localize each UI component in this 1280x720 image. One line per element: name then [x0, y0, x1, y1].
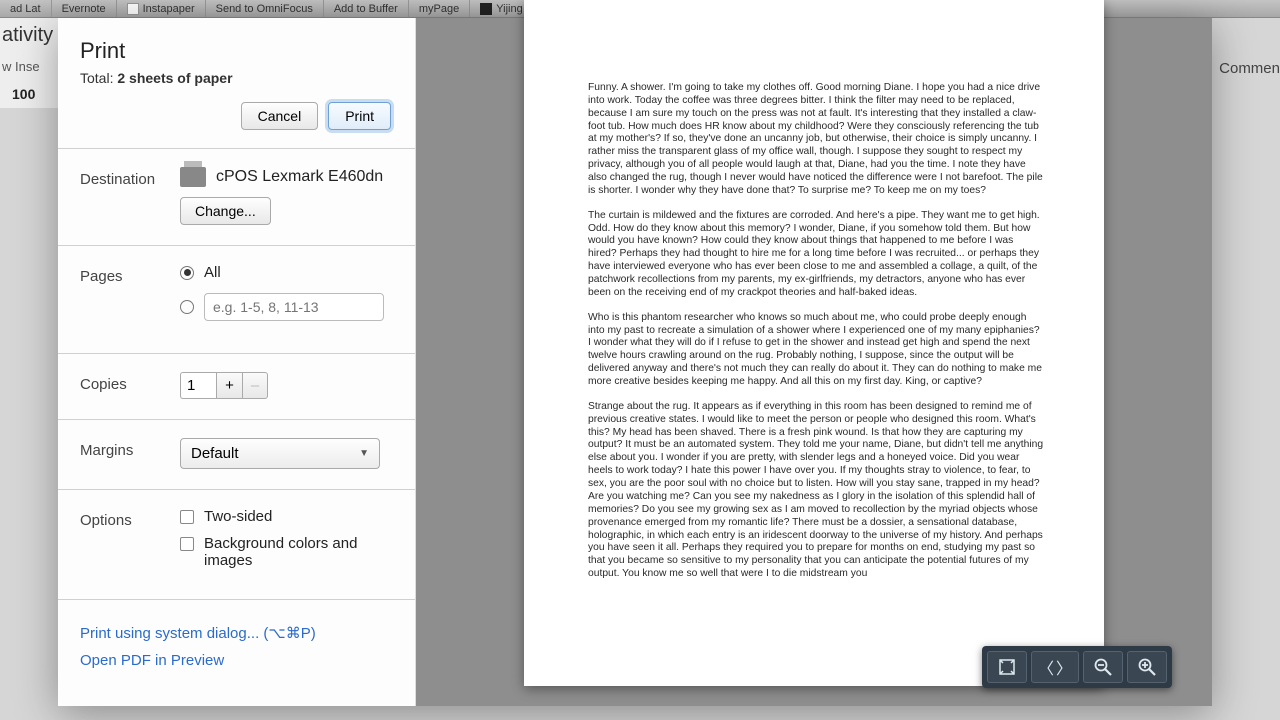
radio-icon[interactable]: [180, 300, 194, 314]
pages-range-radio-row[interactable]: [180, 293, 393, 321]
separator: [58, 245, 415, 246]
copies-increment-button[interactable]: +: [216, 372, 242, 399]
margins-select[interactable]: Default ▼: [180, 438, 380, 469]
copies-stepper: + –: [180, 372, 393, 399]
destination-value-row: cPOS Lexmark E460dn: [180, 167, 393, 187]
doc-title-fragment: ativity: [2, 24, 60, 47]
separator: [58, 599, 415, 600]
print-panel: Print Total: 2 sheets of paper Cancel Pr…: [58, 18, 416, 706]
bookmark-item[interactable]: ad Lat: [0, 0, 52, 17]
next-page-icon: 〉: [1056, 655, 1072, 679]
separator: [58, 419, 415, 420]
chevron-down-icon: ▼: [359, 448, 369, 459]
zoom-out-icon: [1093, 657, 1113, 677]
printer-icon: [180, 167, 206, 187]
preview-paragraph: Strange about the rug. It appears as if …: [588, 401, 1044, 581]
separator: [58, 148, 415, 149]
prev-page-icon: 〈: [1038, 655, 1054, 679]
preview-paragraph: Who is this phantom researcher who knows…: [588, 312, 1044, 389]
print-button[interactable]: Print: [328, 102, 391, 130]
comments-fragment: Commen: [1219, 60, 1280, 77]
preview-page: Funny. A shower. I'm going to take my cl…: [524, 0, 1104, 686]
copies-label: Copies: [80, 372, 180, 393]
change-destination-button[interactable]: Change...: [180, 197, 271, 225]
separator: [58, 489, 415, 490]
radio-icon[interactable]: [180, 266, 194, 280]
bookmark-item[interactable]: Send to OmniFocus: [206, 0, 324, 17]
dialog-button-row: Cancel Print: [80, 102, 393, 130]
background-colors-checkbox-row[interactable]: Background colors and images: [180, 535, 393, 569]
bookmark-item[interactable]: Evernote: [52, 0, 117, 17]
print-preview-area: Funny. A shower. I'm going to take my cl…: [416, 18, 1212, 706]
options-label: Options: [80, 508, 180, 529]
menu-fragment: w Inse: [2, 59, 60, 74]
background-left-edge: ativity w Inse 100: [0, 18, 60, 108]
cancel-button[interactable]: Cancel: [241, 102, 319, 130]
print-dialog: Print Total: 2 sheets of paper Cancel Pr…: [58, 18, 1212, 706]
preview-paragraph: The curtain is mildewed and the fixtures…: [588, 210, 1044, 300]
fit-page-button[interactable]: [987, 651, 1027, 683]
destination-value: cPOS Lexmark E460dn: [216, 168, 383, 186]
zoom-in-button[interactable]: [1127, 651, 1167, 683]
print-total: Total: 2 sheets of paper: [80, 70, 393, 86]
checkbox-icon[interactable]: [180, 510, 194, 524]
print-title: Print: [80, 38, 393, 64]
pages-all-radio-row[interactable]: All: [180, 264, 393, 281]
bookmark-item[interactable]: myPage: [409, 0, 470, 17]
copies-decrement-button[interactable]: –: [242, 372, 268, 399]
preview-toolbar: 〈 〉: [982, 646, 1172, 688]
preview-paragraph: Funny. A shower. I'm going to take my cl…: [588, 82, 1044, 198]
pages-label: Pages: [80, 264, 180, 285]
fit-page-icon: [998, 658, 1016, 676]
checkbox-icon[interactable]: [180, 537, 194, 551]
copies-input[interactable]: [180, 372, 216, 399]
bookmark-item[interactable]: Instapaper: [117, 0, 206, 17]
zoom-fragment: 100: [2, 86, 60, 102]
two-sided-checkbox-row[interactable]: Two-sided: [180, 508, 393, 525]
destination-label: Destination: [80, 167, 180, 188]
zoom-in-icon: [1137, 657, 1157, 677]
pages-range-input[interactable]: [204, 293, 384, 321]
instapaper-icon: [127, 3, 139, 15]
system-dialog-link[interactable]: Print using system dialog... (⌥⌘P): [80, 624, 393, 642]
yijing-icon: [480, 3, 492, 15]
bookmark-item[interactable]: Add to Buffer: [324, 0, 409, 17]
separator: [58, 353, 415, 354]
page-nav-buttons[interactable]: 〈 〉: [1031, 651, 1079, 683]
margins-label: Margins: [80, 438, 180, 459]
open-pdf-link[interactable]: Open PDF in Preview: [80, 652, 393, 669]
zoom-out-button[interactable]: [1083, 651, 1123, 683]
